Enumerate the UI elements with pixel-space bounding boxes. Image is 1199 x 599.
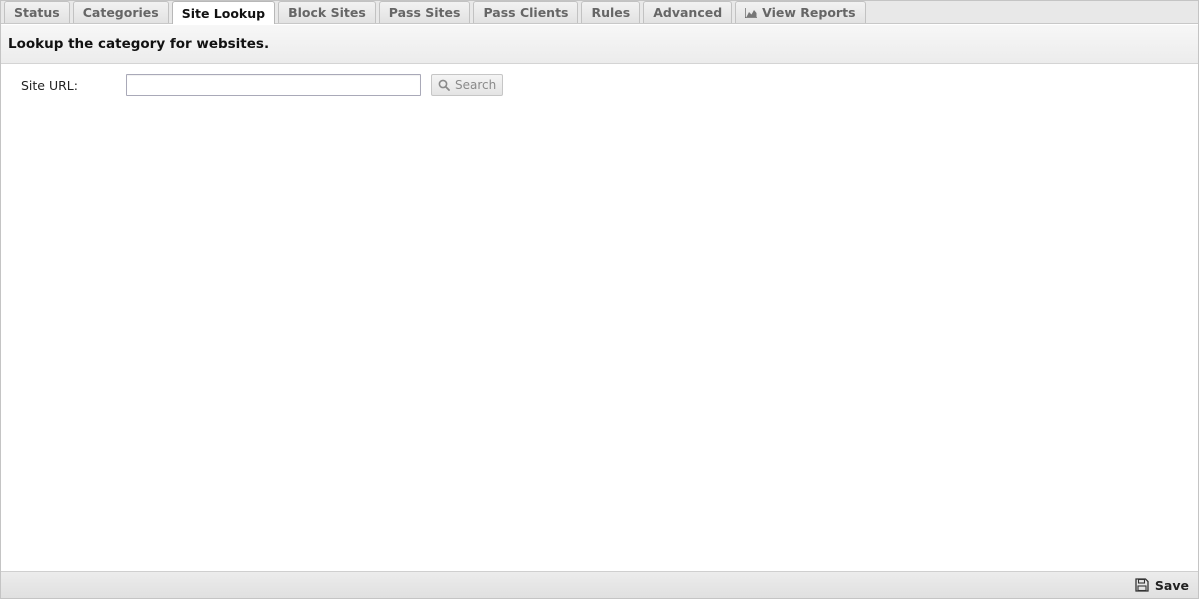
tab-label: Rules — [591, 5, 631, 20]
tab-block-sites[interactable]: Block Sites — [278, 1, 376, 23]
tab-status[interactable]: Status — [4, 1, 70, 23]
tab-label: Categories — [82, 5, 159, 20]
tab-label: Site Lookup — [181, 5, 266, 21]
tab-label: Pass Sites — [388, 5, 461, 20]
tab-site-lookup[interactable]: Site Lookup — [171, 1, 276, 24]
tab-label: Advanced — [653, 5, 723, 20]
site-url-input[interactable] — [126, 74, 421, 96]
page-heading: Lookup the category for websites. — [1, 25, 1198, 64]
tab-pass-sites[interactable]: Pass Sites — [378, 1, 471, 23]
search-button[interactable]: Search — [431, 74, 504, 96]
site-url-row: Site URL: Search — [21, 73, 504, 97]
tab-pass-clients[interactable]: Pass Clients — [473, 1, 579, 23]
tab-bar: Status Categories Site Lookup Block Site… — [1, 1, 1198, 24]
tab-view-reports[interactable]: View Reports — [735, 1, 866, 23]
chart-icon — [745, 7, 758, 18]
search-button-label: Search — [455, 78, 497, 92]
app-window: Status Categories Site Lookup Block Site… — [0, 0, 1199, 599]
save-button-label: Save — [1154, 577, 1189, 593]
tab-label: Pass Clients — [483, 5, 569, 20]
tab-label: Status — [14, 5, 60, 20]
site-url-label: Site URL: — [21, 77, 78, 93]
tab-categories[interactable]: Categories — [72, 1, 169, 23]
tab-label: Block Sites — [288, 5, 366, 20]
tab-rules[interactable]: Rules — [581, 1, 641, 23]
footer-bar: Save — [1, 571, 1198, 598]
tab-label: View Reports — [762, 5, 856, 20]
tab-advanced[interactable]: Advanced — [643, 1, 733, 23]
floppy-disk-icon — [1135, 578, 1149, 592]
search-icon — [438, 79, 450, 91]
save-button[interactable]: Save — [1135, 576, 1189, 594]
